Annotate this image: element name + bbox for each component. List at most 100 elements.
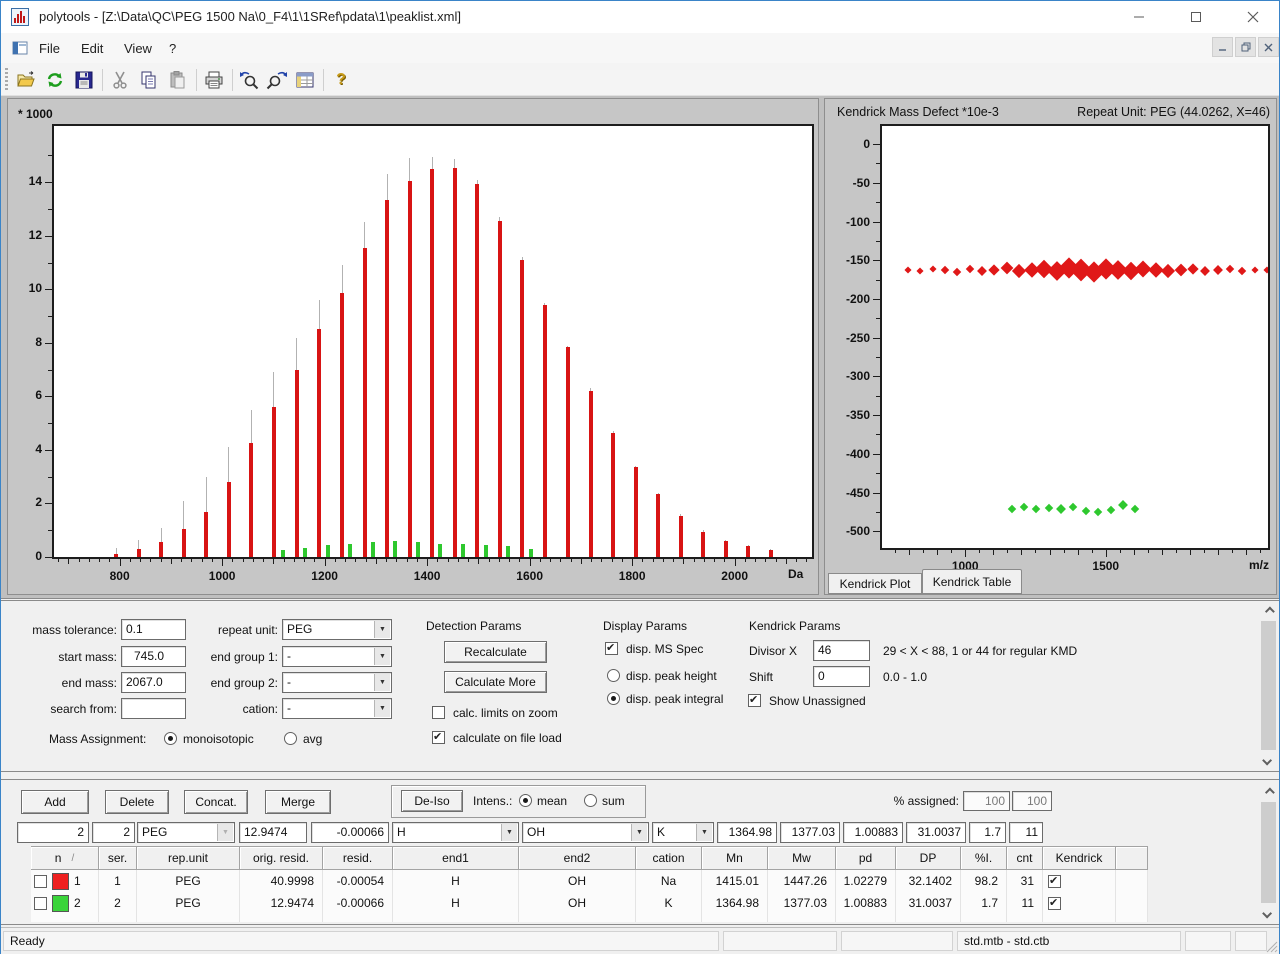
edit-rep_unit-dropdown[interactable]: PEG▼ xyxy=(137,822,235,843)
scroll-down-arrow[interactable] xyxy=(1260,752,1277,769)
edit-cnt-field[interactable]: 11 xyxy=(1009,822,1043,843)
end-mass-field[interactable]: 2067.0 xyxy=(121,672,186,693)
spectrum-bar-unassigned xyxy=(484,545,488,557)
end-group2-dropdown[interactable]: - ▼ xyxy=(282,672,392,693)
repeat-unit-dropdown[interactable]: PEG ▼ xyxy=(282,619,392,640)
refresh-button[interactable] xyxy=(42,67,68,93)
row-select-checkbox[interactable] xyxy=(34,875,47,888)
scroll-up-arrow[interactable] xyxy=(1260,603,1277,620)
paste-button[interactable] xyxy=(165,67,191,93)
maximize-button[interactable] xyxy=(1173,1,1219,32)
scrollbar-thumb[interactable] xyxy=(1261,802,1276,903)
chevron-down-icon[interactable]: ▼ xyxy=(374,674,390,691)
table-row[interactable]: 22PEG12.9474-0.00066HOHK1364.981377.031.… xyxy=(31,892,1148,914)
search-from-field[interactable] xyxy=(121,698,186,719)
monoisotopic-radio[interactable] xyxy=(164,732,177,745)
edit-dp-field[interactable]: 31.0037 xyxy=(906,822,966,843)
peak-table-button[interactable] xyxy=(292,67,318,93)
disp-peak-height-radio[interactable] xyxy=(607,669,620,682)
show-unassigned-checkbox[interactable] xyxy=(748,694,761,707)
disp-peak-integral-radio[interactable] xyxy=(607,692,620,705)
spectrum-plot-area[interactable] xyxy=(52,124,814,559)
chevron-down-icon[interactable]: ▼ xyxy=(374,648,390,665)
mdi-minimize-button[interactable] xyxy=(1212,37,1233,57)
kendrick-checkbox[interactable] xyxy=(1048,875,1061,888)
open-button[interactable] xyxy=(13,67,39,93)
mdi-close-button[interactable] xyxy=(1258,37,1279,57)
menu-edit[interactable]: Edit xyxy=(75,39,109,58)
edit-n-field[interactable]: 2 xyxy=(17,822,89,843)
avg-radio[interactable] xyxy=(284,732,297,745)
menu-file[interactable]: File xyxy=(33,39,66,58)
intens-mean-radio[interactable] xyxy=(519,794,532,807)
resize-grip-icon[interactable] xyxy=(1266,941,1278,953)
edit-mn-field[interactable]: 1364.98 xyxy=(717,822,777,843)
divisor-field[interactable]: 46 xyxy=(813,640,870,661)
x-tick xyxy=(407,559,408,562)
print-button[interactable] xyxy=(201,67,227,93)
pct-assigned-field-2[interactable]: 100 xyxy=(1012,791,1052,811)
calc-limits-checkbox[interactable] xyxy=(432,706,445,719)
kendrick-point-assigned xyxy=(1213,265,1223,275)
end-group1-dropdown[interactable]: - ▼ xyxy=(282,646,392,667)
spectrum-bar xyxy=(543,305,547,557)
table-scrollbar[interactable] xyxy=(1260,784,1277,922)
x-tick xyxy=(212,559,213,562)
merge-button[interactable]: Merge xyxy=(265,790,331,814)
mass-tolerance-field[interactable]: 0.1 xyxy=(121,619,186,640)
minimize-button[interactable] xyxy=(1116,1,1162,32)
disp-ms-checkbox[interactable] xyxy=(605,642,618,655)
shift-field[interactable]: 0 xyxy=(813,666,870,687)
scroll-down-arrow[interactable] xyxy=(1260,905,1277,922)
edit-pd-field[interactable]: 1.00883 xyxy=(843,822,903,843)
chevron-down-icon[interactable]: ▼ xyxy=(374,700,390,717)
copy-button[interactable] xyxy=(136,67,162,93)
concat-button[interactable]: Concat. xyxy=(184,790,248,814)
pct-assigned-field-1[interactable]: 100 xyxy=(963,791,1010,811)
params-scrollbar[interactable] xyxy=(1260,603,1277,769)
edit-cation-dropdown[interactable]: K▼ xyxy=(652,822,714,843)
scroll-up-arrow[interactable] xyxy=(1260,784,1277,801)
chevron-down-icon[interactable]: ▼ xyxy=(501,824,517,841)
add-button[interactable]: Add xyxy=(21,790,89,814)
recalculate-button[interactable]: Recalculate xyxy=(444,641,547,663)
menu-view[interactable]: View xyxy=(118,39,158,58)
edit-end2-dropdown[interactable]: OH▼ xyxy=(522,822,649,843)
close-button[interactable] xyxy=(1230,1,1276,32)
calc-on-load-checkbox[interactable] xyxy=(432,731,445,744)
table-row[interactable]: 11PEG40.9998-0.00054HOHNa1415.011447.261… xyxy=(31,870,1148,892)
edit-ser-field[interactable]: 2 xyxy=(92,822,135,843)
delete-button[interactable]: Delete xyxy=(105,790,169,814)
chevron-down-icon[interactable]: ▼ xyxy=(696,824,712,841)
zoom-next-button[interactable] xyxy=(264,67,290,93)
help-button[interactable]: ? xyxy=(328,67,354,93)
row-select-checkbox[interactable] xyxy=(34,897,47,910)
edit-mw-field[interactable]: 1377.03 xyxy=(780,822,840,843)
start-mass-field[interactable]: 745.0 xyxy=(121,646,186,667)
edit-end1-dropdown[interactable]: H▼ xyxy=(392,822,519,843)
intens-sum-radio[interactable] xyxy=(584,794,597,807)
scrollbar-thumb[interactable] xyxy=(1261,621,1276,750)
menu-help[interactable]: ? xyxy=(163,39,182,58)
tab-kendrick-plot[interactable]: Kendrick Plot xyxy=(828,573,922,594)
edit-pct_i-field[interactable]: 1.7 xyxy=(969,822,1006,843)
calculate-more-button[interactable]: Calculate More xyxy=(444,671,547,693)
empty-row-cell xyxy=(768,914,836,922)
column-header-n: n / xyxy=(31,846,99,870)
x-tick xyxy=(530,559,531,566)
kendrick-plot-area[interactable] xyxy=(880,124,1270,550)
edit-resid-field[interactable]: -0.00066 xyxy=(311,822,389,843)
edit-orig_resid-field[interactable]: 12.9474 xyxy=(239,822,307,843)
cut-button[interactable] xyxy=(107,67,133,93)
chevron-down-icon[interactable]: ▼ xyxy=(217,824,233,841)
deiso-button[interactable]: De-Iso xyxy=(401,790,463,812)
kendrick-checkbox[interactable] xyxy=(1048,897,1061,910)
save-button[interactable] xyxy=(71,67,97,93)
toolbar-grip[interactable] xyxy=(5,68,8,92)
mdi-restore-button[interactable] xyxy=(1235,37,1256,57)
cation-dropdown[interactable]: - ▼ xyxy=(282,698,392,719)
chevron-down-icon[interactable]: ▼ xyxy=(374,621,390,638)
zoom-previous-button[interactable] xyxy=(237,67,263,93)
tab-kendrick-table[interactable]: Kendrick Table xyxy=(922,569,1022,594)
chevron-down-icon[interactable]: ▼ xyxy=(631,824,647,841)
